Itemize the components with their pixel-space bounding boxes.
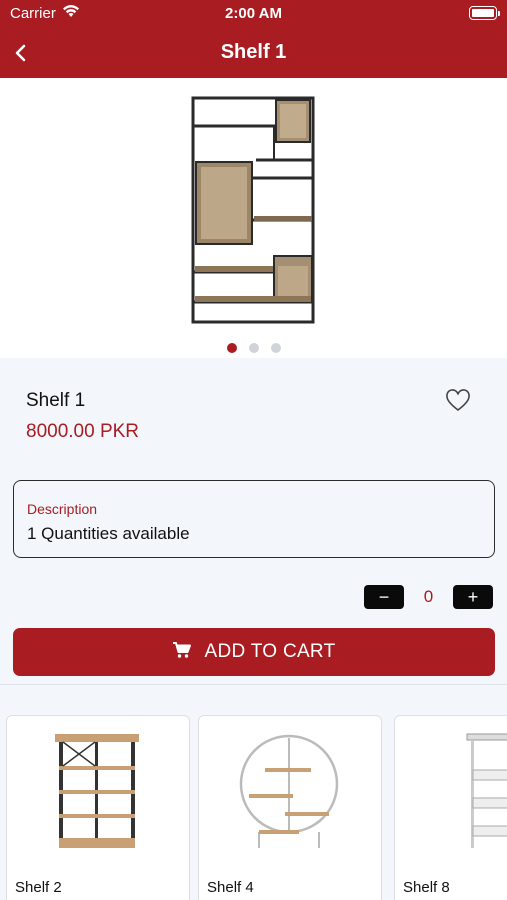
carousel-page-indicator[interactable]: [0, 343, 507, 353]
page-dot[interactable]: [248, 343, 259, 353]
related-product-name: Shelf 4: [207, 879, 254, 896]
product-image: [191, 96, 315, 324]
product-thumbnail: [239, 734, 339, 848]
quantity-value: 0: [423, 587, 434, 606]
related-product-card[interactable]: Shelf 2: [6, 715, 190, 900]
add-to-cart-label: ADD TO CART: [204, 641, 336, 662]
add-to-cart-button[interactable]: ADD TO CART: [13, 628, 495, 676]
product-name: Shelf 1: [26, 390, 86, 411]
navigation-bar: Shelf 1: [0, 28, 507, 78]
product-thumbnail: [466, 733, 507, 848]
cart-icon: [172, 641, 192, 664]
clock: 2:00 AM: [225, 5, 282, 22]
page-dot[interactable]: [226, 343, 237, 353]
page-dot[interactable]: [270, 343, 281, 353]
page-title: Shelf 1: [220, 41, 287, 63]
battery-icon: [469, 6, 500, 20]
related-product-card[interactable]: Shelf 8: [394, 715, 507, 900]
description-box: Description 1 Quantities available: [13, 480, 495, 558]
description-value: 1 Quantities available: [27, 524, 190, 543]
quantity-increase-button[interactable]: +: [453, 585, 493, 609]
related-product-card[interactable]: Shelf 4: [198, 715, 382, 900]
heart-outline-icon[interactable]: [445, 389, 471, 413]
related-product-name: Shelf 8: [403, 879, 450, 896]
related-products-row[interactable]: Shelf 2 Shelf 4 Shelf 8: [0, 685, 507, 900]
quantity-decrease-button[interactable]: −: [364, 585, 404, 609]
product-image-carousel[interactable]: [0, 78, 507, 358]
product-thumbnail: [55, 734, 139, 848]
status-bar: Carrier 2:00 AM: [0, 0, 507, 28]
product-price: 8000.00 PKR: [26, 421, 140, 442]
description-label: Description: [27, 501, 98, 517]
related-product-name: Shelf 2: [15, 879, 62, 896]
